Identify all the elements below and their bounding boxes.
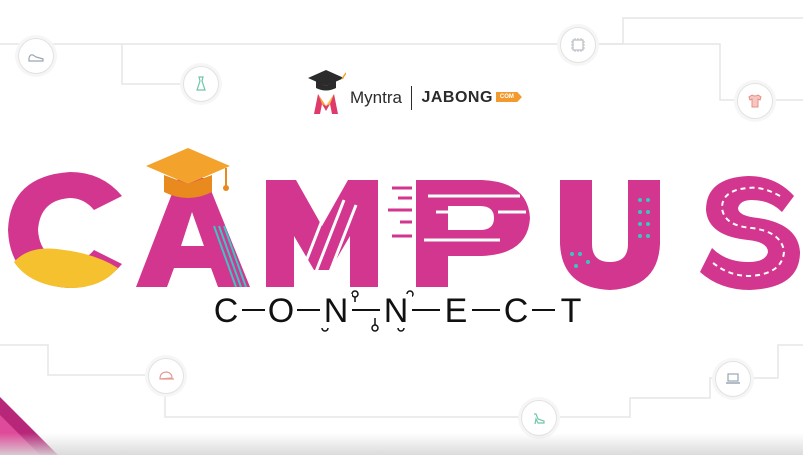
campus-connect-banner: Myntra JABONG COM C O N N E C T [0, 0, 803, 455]
campus-headline [8, 148, 800, 290]
chip-icon [571, 38, 585, 52]
dress-icon [196, 76, 206, 91]
connect-letter-n2: N [380, 294, 412, 328]
chip-icon-node [560, 27, 596, 63]
myntra-logo [308, 70, 346, 114]
cap-icon [159, 371, 174, 380]
brand-divider [410, 86, 413, 110]
tshirt-icon [748, 94, 762, 108]
bottom-fade [0, 433, 803, 455]
connect-letter-t: T [555, 294, 587, 328]
connect-letter-e: E [440, 294, 472, 328]
connect-letter-c2: C [500, 294, 532, 328]
heel-icon-node [521, 400, 557, 436]
jabong-com-tag: COM [495, 92, 522, 102]
cap-icon-node [148, 358, 184, 394]
letter-u [560, 180, 660, 290]
connect-letter-o: O [265, 294, 297, 328]
shoe-icon [28, 54, 44, 62]
myntra-wordmark: Myntra [350, 88, 402, 107]
connect-letter-n1: N [320, 294, 352, 328]
brand-logos: Myntra JABONG COM [306, 62, 522, 118]
laptop-icon [726, 373, 740, 384]
letter-p [388, 180, 530, 287]
jabong-wordmark: JABONG [421, 89, 493, 106]
letter-c [8, 172, 122, 288]
laptop-icon-node [715, 361, 751, 397]
connect-letter-c1: C [210, 294, 242, 328]
tshirt-icon-node [737, 83, 773, 119]
letter-a [136, 148, 250, 288]
heel-icon [534, 413, 545, 425]
dress-icon-node [183, 66, 219, 102]
letter-s [700, 176, 800, 290]
shoe-icon-node [18, 38, 54, 74]
letter-m [266, 180, 378, 288]
